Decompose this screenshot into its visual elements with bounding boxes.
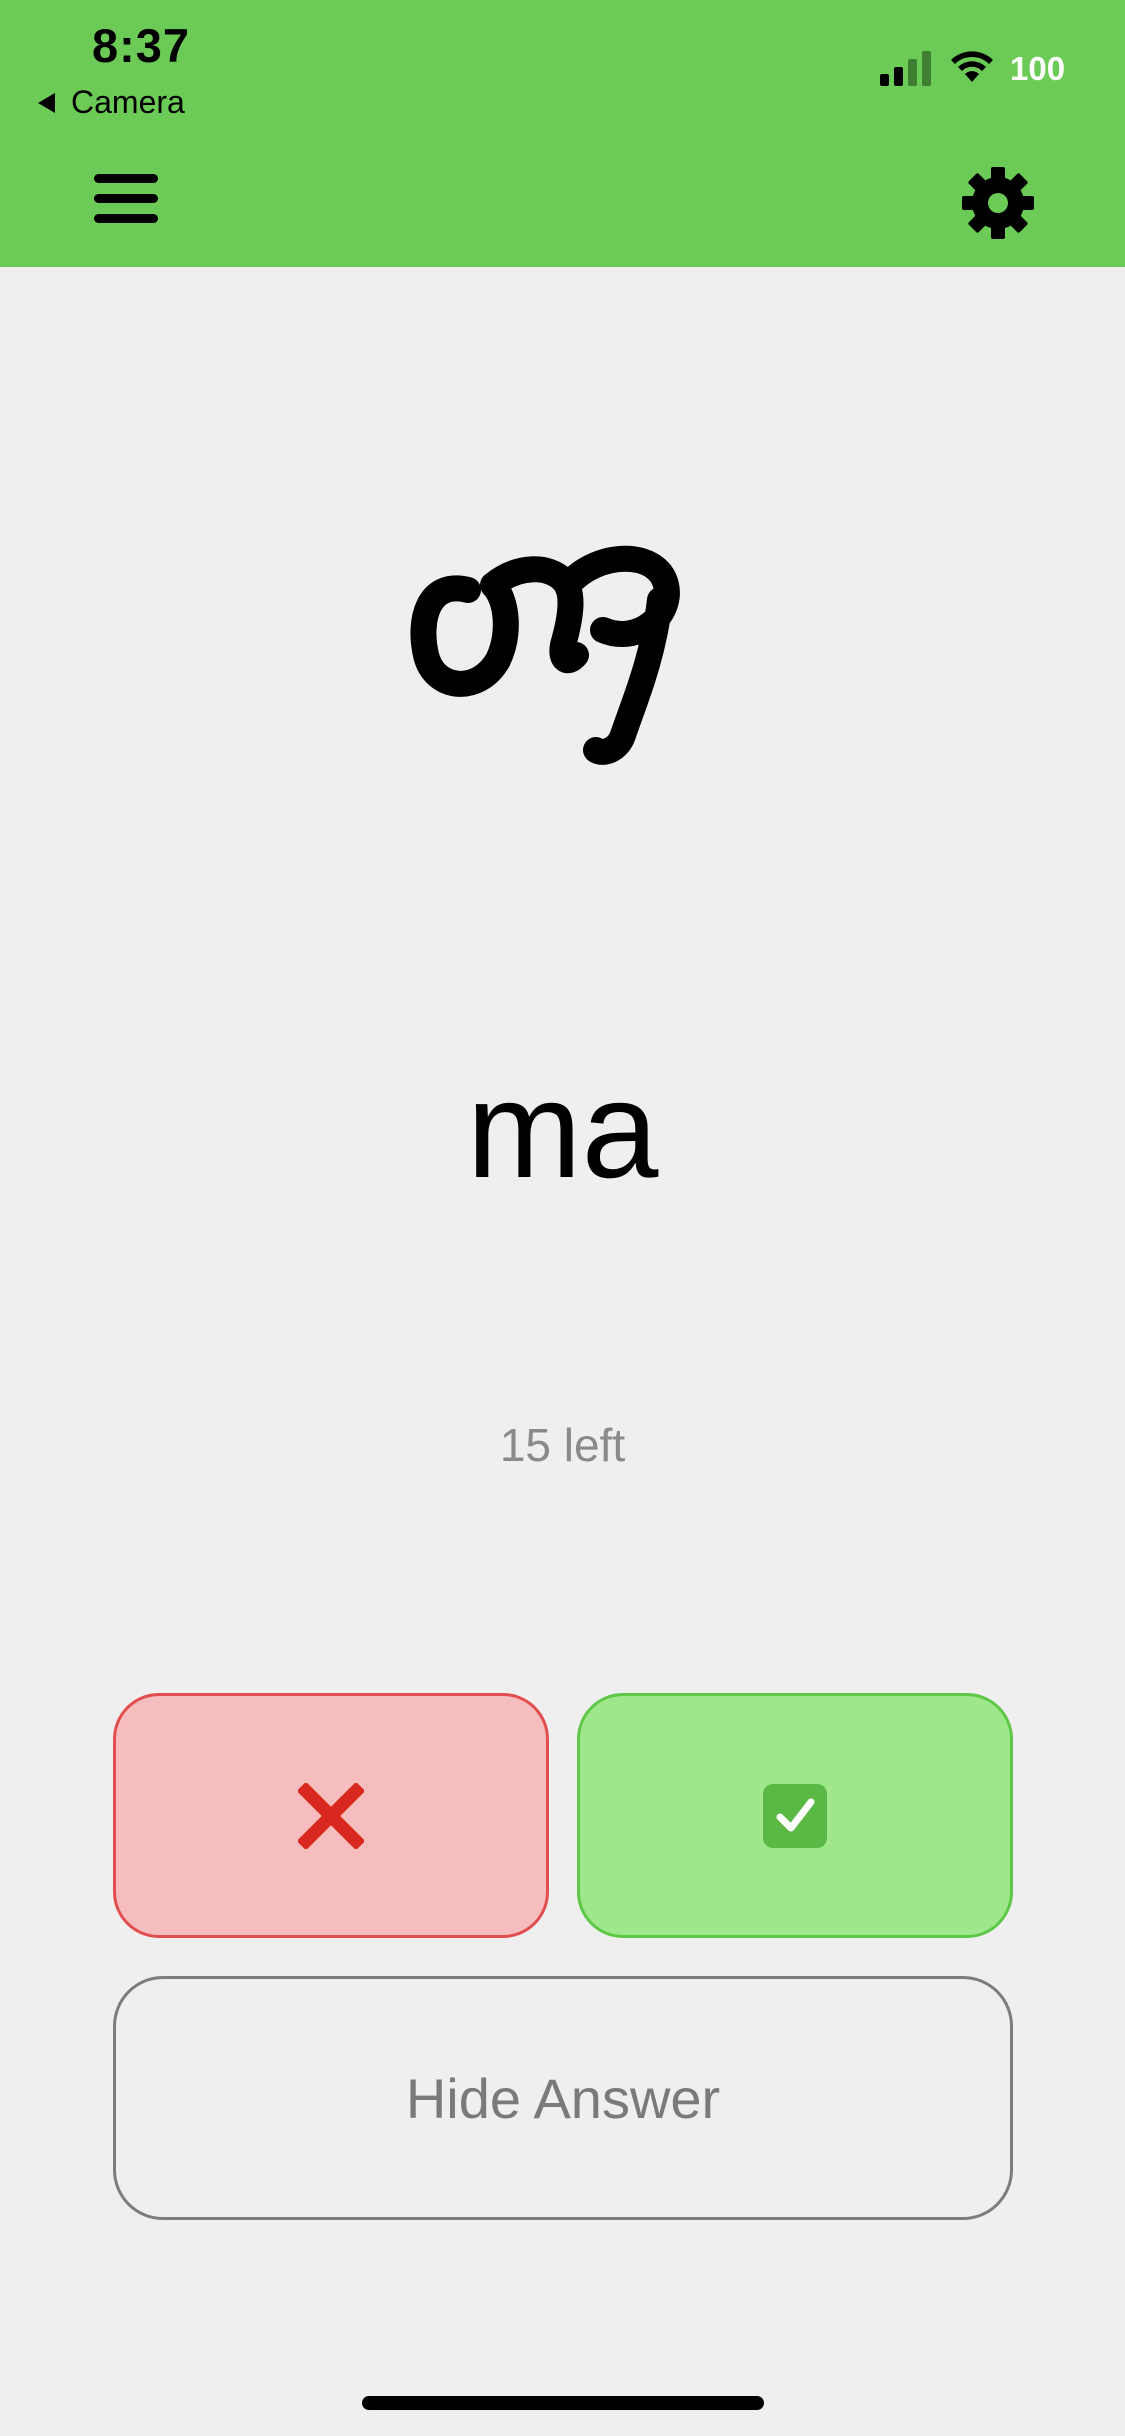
check-mark-icon bbox=[763, 1783, 827, 1848]
cellular-signal-icon bbox=[880, 51, 931, 86]
home-indicator[interactable] bbox=[362, 2396, 764, 2410]
status-time: 8:37 bbox=[92, 19, 191, 72]
answer-text: ma bbox=[466, 1053, 659, 1207]
mark-wrong-button[interactable] bbox=[113, 1693, 549, 1938]
battery-level: 100 bbox=[1010, 50, 1066, 87]
app-header: 8:37 Camera 100 bbox=[0, 0, 1125, 267]
hide-answer-button[interactable]: Hide Answer bbox=[113, 1976, 1013, 2220]
ethiopic-ma-glyph bbox=[409, 545, 680, 765]
cross-mark-icon bbox=[298, 1782, 364, 1849]
back-app-label: Camera bbox=[71, 84, 185, 120]
wifi-icon bbox=[951, 51, 993, 82]
cards-remaining: 15 left bbox=[499, 1419, 626, 1471]
gear-icon[interactable] bbox=[960, 165, 1036, 241]
flashcard-screen: 8:37 Camera 100 ma 15 left Hide Answer bbox=[0, 0, 1125, 2436]
back-triangle-icon bbox=[38, 92, 55, 113]
ethiopic-character bbox=[0, 470, 1125, 805]
mark-correct-button[interactable] bbox=[577, 1693, 1013, 1938]
hamburger-menu-icon[interactable] bbox=[88, 168, 164, 230]
back-to-app-link[interactable]: Camera bbox=[38, 84, 185, 121]
